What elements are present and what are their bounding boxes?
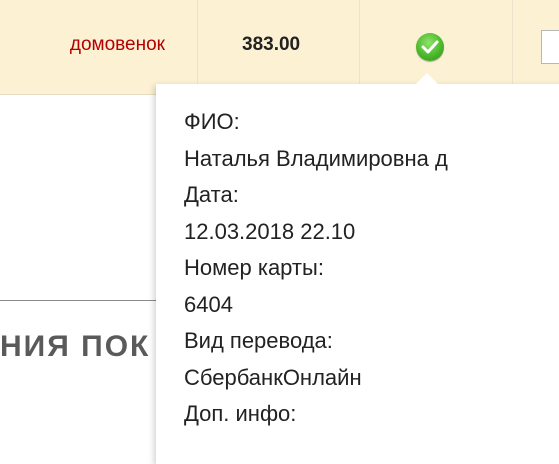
transfer-type-label: Вид перевода:	[184, 328, 333, 353]
check-circle-icon[interactable]	[416, 33, 444, 61]
section-title: НИЯ ПОК	[0, 330, 151, 363]
card-number-label: Номер карты:	[184, 255, 324, 280]
amount-value: 383.00	[242, 34, 301, 55]
table-row: домовенок 383.00	[0, 0, 559, 95]
amount-cell: 383.00	[198, 0, 360, 94]
payment-details-popup: ФИО: Наталья Владимировна д Дата: 12.03.…	[156, 84, 559, 464]
date-value: 12.03.2018 22.10	[184, 218, 356, 244]
transfer-type-value: СбербанкОнлайн	[184, 364, 362, 390]
name-link[interactable]: домовенок	[70, 34, 165, 56]
section-divider	[0, 300, 156, 301]
name-cell: домовенок	[0, 0, 198, 94]
popup-content: ФИО: Наталья Владимировна д Дата: 12.03.…	[184, 104, 448, 433]
select-cell	[513, 0, 559, 94]
fio-value: Наталья Владимировна д	[184, 145, 448, 171]
extra-info-label: Доп. инфо:	[184, 401, 297, 426]
popup-arrow	[415, 73, 439, 85]
row-checkbox[interactable]	[541, 30, 559, 64]
fio-label: ФИО:	[184, 109, 240, 134]
card-number-value: 6404	[184, 291, 233, 317]
date-label: Дата:	[184, 182, 239, 207]
